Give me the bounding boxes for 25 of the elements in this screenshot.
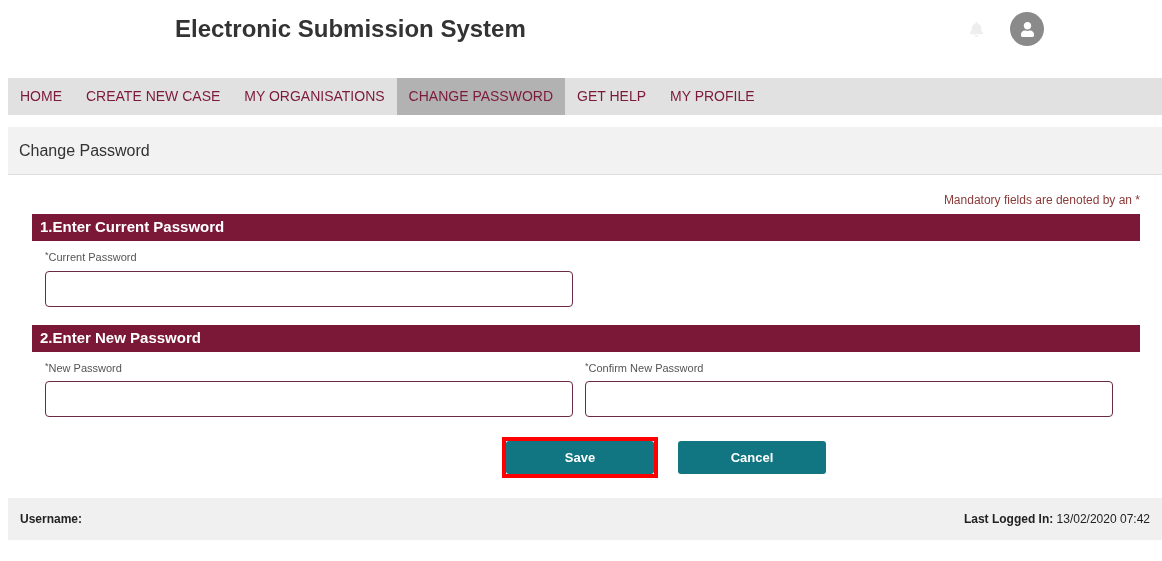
field-label: Current Password (48, 250, 137, 265)
nav-tab[interactable]: MY ORGANISATIONS (232, 78, 397, 115)
page-title: Change Password (19, 140, 150, 161)
nav-tab[interactable]: CREATE NEW CASE (74, 78, 233, 115)
nav-tab[interactable]: GET HELP (565, 78, 659, 115)
section-header: 1.Enter Current Password (32, 214, 1140, 241)
action-button[interactable]: Cancel (678, 441, 826, 474)
action-button[interactable]: Save (506, 441, 654, 474)
input-field[interactable] (45, 270, 573, 307)
last-login-text: Last Logged In: 13/02/2020 07:42 (963, 511, 1150, 528)
required-mark: * (585, 359, 589, 371)
username-label: Username: (20, 511, 83, 528)
nav-tab[interactable]: MY PROFILE (658, 78, 767, 115)
site-title: Electronic Submission System (175, 14, 526, 44)
nav-tab[interactable]: HOME (8, 78, 74, 115)
input-field[interactable] (45, 381, 573, 417)
section-header: 2.Enter New Password (32, 324, 1140, 352)
avatar-icon[interactable] (1010, 12, 1044, 46)
mandatory-note: Mandatory fields are denoted by an * (943, 192, 1140, 209)
required-mark: * (45, 249, 49, 260)
input-field[interactable] (585, 381, 1113, 417)
required-mark: * (45, 359, 49, 371)
field-label: Confirm New Password (588, 360, 704, 376)
field-label: New Password (48, 360, 122, 376)
nav-tab[interactable]: CHANGE PASSWORD (396, 78, 566, 115)
